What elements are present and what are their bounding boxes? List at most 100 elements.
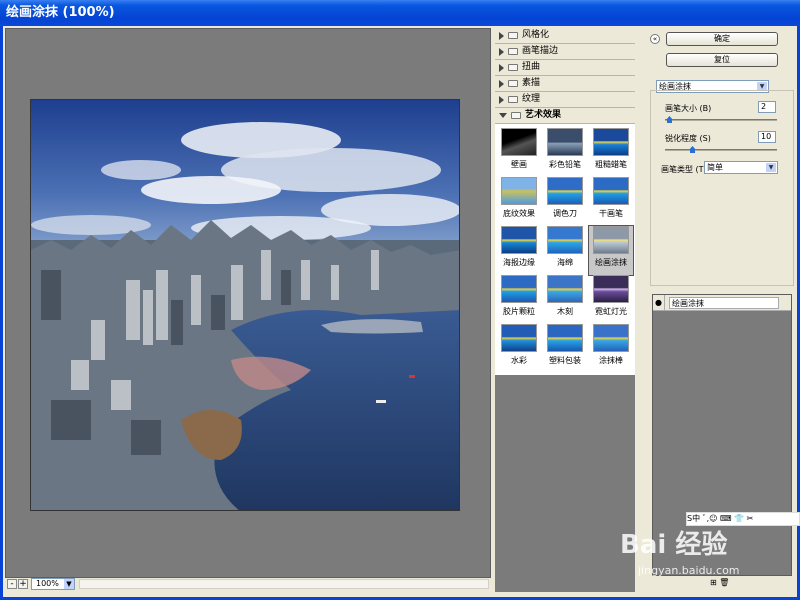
filter-preview-icon	[547, 177, 583, 205]
zoom-bar: - + 100% ▼	[5, 578, 491, 592]
sharpness-slider[interactable]	[665, 146, 777, 153]
eye-icon[interactable]: ●	[653, 294, 665, 311]
filter-thumb-watercolor[interactable]: 水彩	[497, 324, 541, 373]
reset-button[interactable]: 复位	[666, 53, 778, 67]
ok-button[interactable]: 确定	[666, 32, 778, 46]
slider-handle[interactable]	[667, 116, 672, 123]
sharpness-input[interactable]: 10	[758, 131, 776, 143]
filter-thumb-cutout[interactable]: 木刻	[543, 275, 587, 324]
filter-preview-icon	[501, 128, 537, 156]
filter-label: 海绵	[557, 258, 573, 267]
filter-thumb-poster-edges[interactable]: 海报边缘	[497, 226, 541, 275]
window-frame-left	[0, 26, 3, 600]
horizontal-scrollbar[interactable]	[79, 579, 489, 589]
filter-label: 绘画涂抹	[595, 258, 627, 267]
brush-size-input[interactable]: 2	[758, 101, 776, 113]
filter-thumb-neon-glow[interactable]: 霓虹灯光	[589, 275, 633, 324]
category-stylize[interactable]: 风格化	[495, 28, 635, 44]
filter-label: 塑料包装	[549, 356, 581, 365]
filter-label: 水彩	[511, 356, 527, 365]
category-label: 纹理	[522, 94, 541, 104]
filter-label: 底纹效果	[503, 209, 535, 218]
filter-thumb-palette-knife[interactable]: 调色刀	[543, 177, 587, 226]
preview-canvas[interactable]	[5, 28, 491, 578]
filter-options-group: 画笔大小 (B) 2 锐化程度 (S) 10 画笔类型 (T): 简单 ▼	[650, 90, 794, 286]
filter-thumb-smudge-stick[interactable]: 涂抹棒	[589, 324, 633, 373]
brush-size-label: 画笔大小 (B)	[665, 104, 712, 113]
slider-handle[interactable]	[690, 146, 695, 153]
filter-thumb-dry-brush[interactable]: 干画笔	[589, 177, 633, 226]
filter-preview-icon	[501, 324, 537, 352]
filter-label: 海报边缘	[503, 258, 535, 267]
folder-icon	[508, 96, 518, 103]
chevron-down-icon[interactable]: ▼	[64, 579, 74, 589]
filter-preview-icon	[501, 275, 537, 303]
artistic-filter-grid: 壁画 彩色铅笔 粗糙蜡笔 底纹效果 调色刀 干画笔 海报边缘 海绵 绘画涂抹 胶…	[495, 124, 635, 375]
category-label: 风格化	[522, 30, 550, 40]
zoom-out-button[interactable]: -	[7, 579, 17, 589]
filter-thumb-sponge[interactable]: 海绵	[543, 226, 587, 275]
city-harbor-photo	[31, 100, 459, 510]
brush-type-value: 简单	[707, 163, 723, 172]
category-label: 扭曲	[522, 62, 541, 72]
filter-label: 壁画	[511, 160, 527, 169]
category-sketch[interactable]: 素描	[495, 76, 635, 92]
folder-icon	[508, 64, 518, 71]
expand-arrow-icon	[499, 63, 504, 72]
delete-layer-icon[interactable]: 🗑	[719, 578, 729, 587]
effect-layer-name: 绘画涂抹	[669, 296, 779, 309]
preview-image[interactable]	[30, 99, 460, 511]
filter-label: 霓虹灯光	[595, 307, 627, 316]
expand-arrow-icon	[499, 47, 504, 56]
open-folder-icon	[511, 112, 521, 119]
category-brush-strokes[interactable]: 画笔描边	[495, 44, 635, 60]
filter-label: 调色刀	[553, 209, 577, 218]
filter-preview-icon	[593, 128, 629, 156]
brush-size-slider[interactable]	[665, 116, 777, 123]
expand-arrow-icon	[499, 31, 504, 40]
filter-thumb-underpainting[interactable]: 底纹效果	[497, 177, 541, 226]
filter-preview-icon	[501, 226, 537, 254]
filter-preview-icon	[501, 177, 537, 205]
watermark-url: jingyan.baidu.com	[638, 564, 740, 577]
filter-label: 胶片颗粒	[503, 307, 535, 316]
filter-thumb-plastic-wrap[interactable]: 塑料包装	[543, 324, 587, 373]
brush-type-label: 画笔类型 (T):	[661, 165, 710, 174]
effect-layer-row[interactable]: ● 绘画涂抹	[653, 294, 791, 311]
filter-preview-icon	[593, 226, 629, 254]
folder-icon	[508, 80, 518, 87]
category-label: 画笔描边	[522, 46, 559, 56]
category-label: 艺术效果	[525, 110, 562, 120]
filter-label: 干画笔	[599, 209, 623, 218]
category-texture[interactable]: 纹理	[495, 92, 635, 108]
filter-thumb-fresco[interactable]: 壁画	[497, 128, 541, 177]
brush-type-select[interactable]: 简单 ▼	[704, 161, 778, 174]
chevron-down-icon[interactable]: ▼	[766, 163, 776, 172]
settings-panel: « 确定 复位 绘画涂抹 ▼ 画笔大小 (B) 2 锐化程度 (S) 10 画笔…	[638, 28, 797, 592]
watermark-logo: Bai 经验	[620, 530, 728, 560]
filter-preview-icon	[593, 324, 629, 352]
filter-thumb-colored-pencil[interactable]: 彩色铅笔	[543, 128, 587, 177]
filter-thumb-rough-pastels[interactable]: 粗糙蜡笔	[589, 128, 633, 177]
folder-icon	[508, 32, 518, 39]
filter-gallery: 风格化 画笔描边 扭曲 素描 纹理 艺术效果 壁画 彩色铅笔 粗糙蜡笔 底纹效果…	[495, 28, 635, 592]
folder-icon	[508, 48, 518, 55]
zoom-select[interactable]: 100% ▼	[31, 578, 75, 590]
collapse-gallery-button[interactable]: «	[650, 34, 660, 44]
new-layer-icon[interactable]: ⊞	[710, 578, 717, 587]
filter-preview-icon	[593, 275, 629, 303]
sharpness-label: 锐化程度 (S)	[665, 134, 711, 143]
layer-buttons: ⊞ 🗑	[710, 578, 729, 587]
filter-label: 粗糙蜡笔	[595, 160, 627, 169]
category-distort[interactable]: 扭曲	[495, 60, 635, 76]
filter-preview-icon	[547, 324, 583, 352]
window-title: 绘画涂抹 (100%)	[0, 0, 800, 26]
filter-label: 木刻	[557, 307, 573, 316]
filter-thumb-paint-daubs[interactable]: 绘画涂抹	[588, 225, 634, 276]
expand-arrow-icon	[499, 95, 504, 104]
category-artistic[interactable]: 艺术效果	[495, 108, 635, 124]
filter-preview-icon	[547, 226, 583, 254]
zoom-value: 100%	[36, 579, 59, 588]
zoom-in-button[interactable]: +	[18, 579, 28, 589]
filter-thumb-film-grain[interactable]: 胶片颗粒	[497, 275, 541, 324]
